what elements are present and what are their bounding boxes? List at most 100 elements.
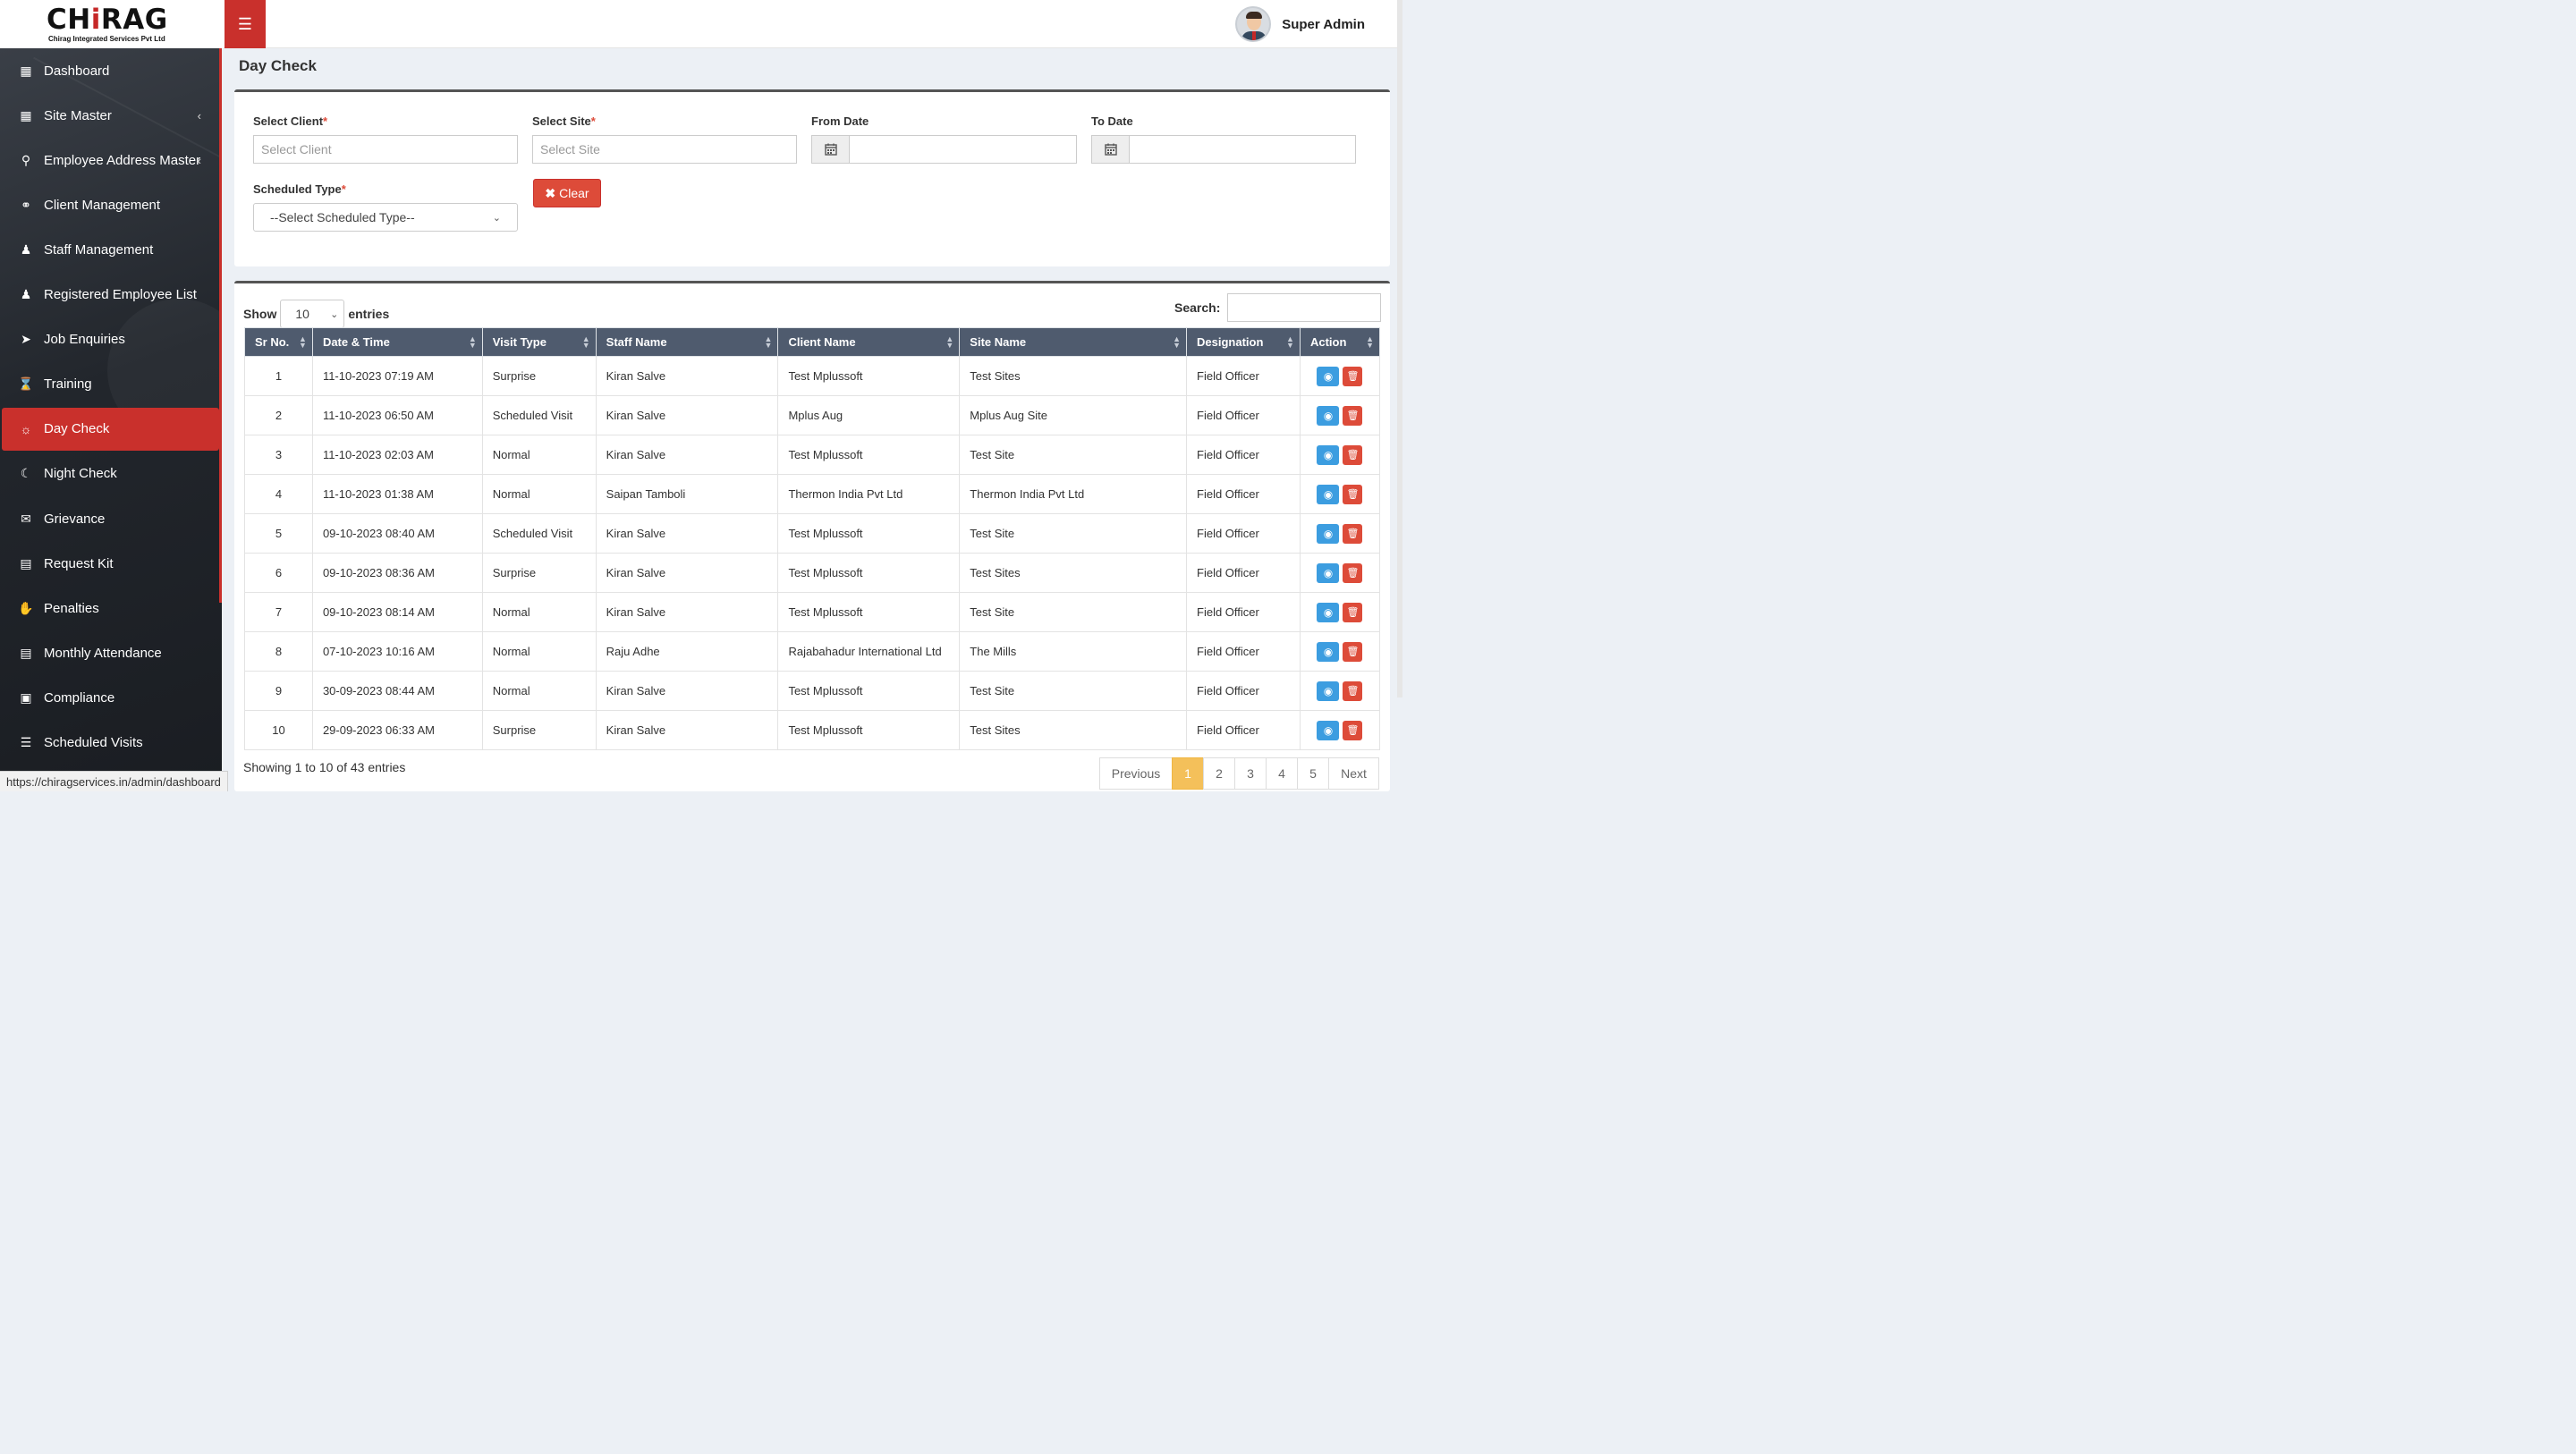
view-button[interactable]: ◉ [1317,681,1340,701]
select-client-input[interactable]: Select Client [253,135,518,164]
search-input[interactable] [1227,293,1382,322]
delete-button[interactable]: 🗑︎ [1343,720,1363,740]
sidebar-item-label: Monthly Attendance [44,645,162,661]
to-date-field[interactable] [1091,135,1356,164]
sidebar-item-employee-address-master[interactable]: ⚲ Employee Address Master ‹ [2,139,219,182]
page-length-value: 10 [295,307,309,321]
sidebar-item-staff-management[interactable]: ♟ Staff Management [2,228,219,271]
column-header-sr-no[interactable]: Sr No. ▲ ▼ [244,327,313,357]
from-date-field[interactable] [811,135,1077,164]
sidebar-item-compliance[interactable]: ▣ Compliance [2,676,219,719]
clear-button[interactable]: ✖ Clear [533,179,601,207]
entries-label: entries [348,307,390,321]
view-button[interactable]: ◉ [1317,444,1340,465]
cell-visit-type: Scheduled Visit [481,513,597,554]
cell-site-name: Thermon India Pvt Ltd [959,474,1188,514]
view-button[interactable]: ◉ [1317,484,1340,504]
select-site-input[interactable]: Select Site [532,135,797,164]
brand-logo[interactable]: CHiRAG Chirag Integrated Services Pvt Lt… [0,0,224,48]
scheduled-type-select[interactable]: --Select Scheduled Type-- ⌄ [253,203,518,232]
cell-designation: Field Officer [1186,631,1301,672]
to-date-label: To Date [1091,114,1133,128]
browser-status-url: https://chiragservices.in/admin/dashboar… [0,771,228,791]
user-icon: ♟ [20,287,32,301]
cell-date-time: 11-10-2023 06:50 AM [311,395,483,435]
map-marker-icon: ⚲ [21,152,31,167]
pagination-page[interactable]: 3 [1234,757,1267,790]
column-header-action[interactable]: Action ▲ ▼ [1299,327,1381,357]
clear-button-label: Clear [559,186,589,200]
pagination-page[interactable]: 4 [1266,757,1298,790]
delete-button[interactable]: 🗑︎ [1343,562,1363,583]
pagination-page[interactable]: 1 [1172,757,1204,790]
sidebar-item-client-management[interactable]: ⚭ Client Management [2,183,219,226]
column-header-client-name[interactable]: Client Name ▲ ▼ [777,327,961,357]
delete-button[interactable]: 🗑︎ [1343,523,1363,544]
delete-button[interactable]: 🗑︎ [1343,405,1363,426]
column-header-label: Site Name [970,335,1027,349]
sidebar-item-label: Client Management [44,197,161,213]
calendar-icon[interactable] [1092,136,1130,163]
pagination-page[interactable]: 5 [1297,757,1329,790]
table-row: 7 09-10-2023 08:14 AM Normal Kiran Salve Tes… [244,592,1381,632]
sidebar-item-label: Night Check [44,466,117,482]
trash-icon: 🗑︎ [1346,647,1360,657]
cell-date-time: 30-09-2023 08:44 AM [311,671,483,711]
cell-site-name: Mplus Aug Site [959,395,1188,435]
sidebar-item-grievance[interactable]: ✉ Grievance [2,497,219,540]
sidebar-toggle-button[interactable]: ☰ [225,0,266,48]
eye-icon: ◉ [1323,605,1334,619]
sidebar-item-day-check[interactable]: ☼ Day Check [2,407,219,451]
page-length-select[interactable]: 10 ⌄ [280,300,345,328]
sidebar-item-scheduled-visits[interactable]: ☰ Scheduled Visits [2,722,219,765]
sidebar-item-penalties[interactable]: ✋ Penalties [2,587,219,630]
cell-visit-type: Normal [481,671,597,711]
sidebar-item-night-check[interactable]: ☾ Night Check [2,452,219,495]
sidebar-item-training[interactable]: ⌛ Training [2,363,219,406]
sidebar-item-dashboard[interactable]: ▦ Dashboard [2,49,219,92]
sidebar-item-monthly-attendance[interactable]: ▤ Monthly Attendance [2,631,219,674]
sidebar-item-job-enquiries[interactable]: ➤ Job Enquiries [2,318,219,361]
view-button[interactable]: ◉ [1317,405,1340,426]
sidebar-item-request-kit[interactable]: ▤ Request Kit [2,542,219,585]
column-header-site-name[interactable]: Site Name ▲ ▼ [959,327,1188,357]
cell-site-name: Test Site [959,592,1188,632]
pagination-page[interactable]: 2 [1203,757,1235,790]
cell-site-name: Test Site [959,435,1188,475]
cell-site-name: Test Sites [959,710,1188,750]
page-scrollbar[interactable] [1397,0,1402,697]
pagination-next[interactable]: Next [1328,757,1379,790]
column-header-staff-name[interactable]: Staff Name ▲ ▼ [595,327,779,357]
sidebar-item-registered-employee-list[interactable]: ♟ Registered Employee List [2,274,219,317]
delete-button[interactable]: 🗑︎ [1343,444,1363,465]
view-button[interactable]: ◉ [1317,366,1340,386]
delete-button[interactable]: 🗑︎ [1343,602,1363,622]
view-button[interactable]: ◉ [1317,523,1340,544]
delete-button[interactable]: 🗑︎ [1343,366,1363,386]
cell-site-name: Test Sites [959,356,1188,396]
column-header-label: Staff Name [606,335,667,349]
calendar-icon[interactable] [812,136,850,163]
cell-date-time: 11-10-2023 07:19 AM [311,356,483,396]
chevron-down-icon: ⌄ [492,212,501,224]
view-button[interactable]: ◉ [1317,602,1340,622]
sidebar-item-site-master[interactable]: ▦ Site Master ‹ [2,94,219,137]
column-header-date-time[interactable]: Date & Time ▲ ▼ [311,327,483,357]
user-menu[interactable]: Super Admin [1235,0,1402,48]
delete-button[interactable]: 🗑︎ [1343,484,1363,504]
view-button[interactable]: ◉ [1317,641,1340,662]
column-header-designation[interactable]: Designation ▲ ▼ [1186,327,1301,357]
cell-staff-name: Kiran Salve [595,553,779,593]
cell-staff-name: Kiran Salve [595,710,779,750]
view-button[interactable]: ◉ [1317,562,1340,583]
pagination-previous[interactable]: Previous [1099,757,1173,790]
cell-client-name: Test Mplussoft [777,513,961,554]
delete-button[interactable]: 🗑︎ [1343,681,1363,701]
cell-staff-name: Kiran Salve [595,395,779,435]
view-button[interactable]: ◉ [1317,720,1340,740]
delete-button[interactable]: 🗑︎ [1343,641,1363,662]
moon-icon: ☾ [20,466,32,481]
cell-designation: Field Officer [1186,356,1301,396]
column-header-visit-type[interactable]: Visit Type ▲ ▼ [481,327,597,357]
cell-action: ◉ 🗑︎ [1299,356,1381,396]
